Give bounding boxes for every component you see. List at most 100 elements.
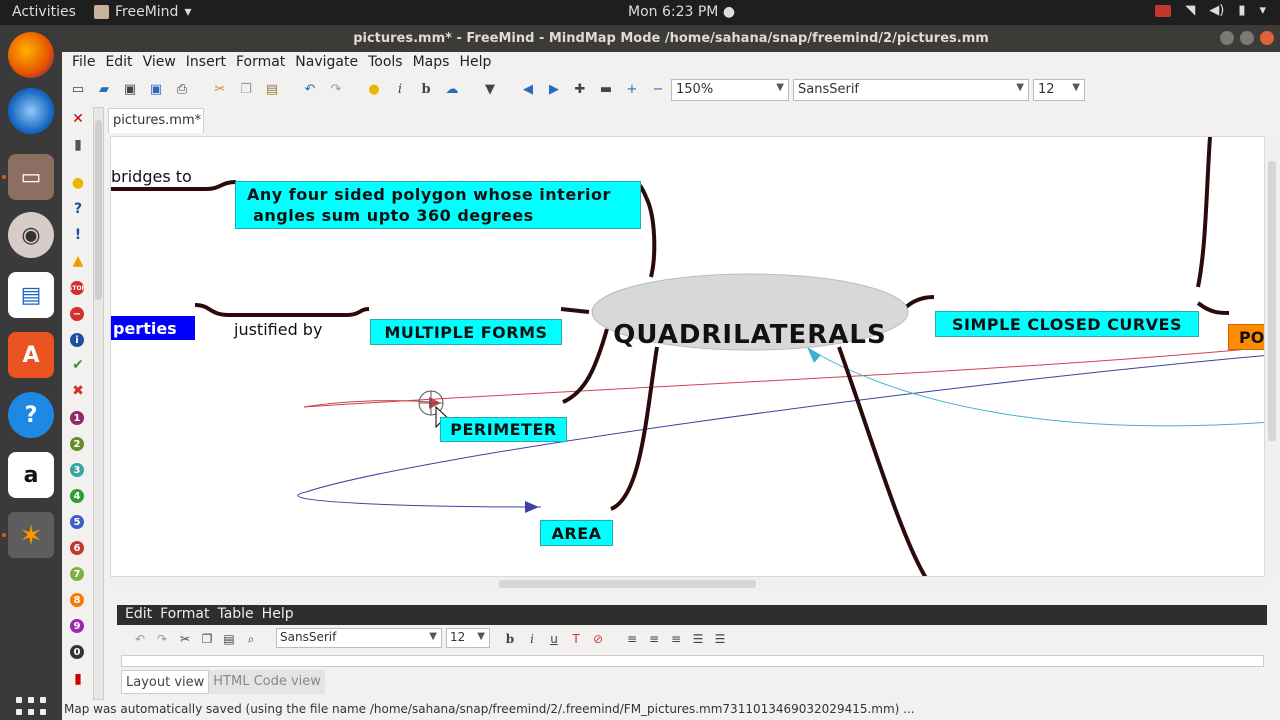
menu-maps[interactable]: Maps [408,52,455,74]
minimize-icon[interactable] [1220,31,1234,45]
zoom-out-icon[interactable]: − [650,81,666,97]
remove-icon-close[interactable]: ✕ [70,111,86,127]
activities-button[interactable]: Activities [12,4,76,20]
wifi-icon[interactable]: ◥ [1185,3,1195,18]
chevron-down-icon[interactable]: ▾ [1259,3,1266,18]
node-properties[interactable]: perties [111,316,195,340]
note-clear-format-icon[interactable]: ⊘ [590,631,606,647]
show-applications-icon[interactable] [16,697,46,720]
bold-icon[interactable]: b [418,81,434,97]
zoom-in-icon[interactable]: + [624,81,640,97]
priority-9-icon[interactable]: 9 [70,619,84,633]
redo-icon[interactable]: ↷ [328,81,344,97]
font-size-select[interactable]: 12 ▼ [1033,79,1085,101]
no-entry-icon[interactable]: − [70,307,84,321]
save-icon[interactable]: ▣ [122,81,138,97]
redo-icon[interactable]: ↷ [154,631,170,647]
priority-8-icon[interactable]: 8 [70,593,84,607]
idea-icon[interactable]: ● [70,175,86,191]
lightbulb-icon[interactable]: ● [366,81,382,97]
warning-icon[interactable]: ▲ [70,253,86,269]
node-simple-closed-curves[interactable]: SIMPLE CLOSED CURVES [935,311,1199,337]
info-icon[interactable]: i [70,333,84,347]
stop-icon[interactable]: STOP [68,281,86,295]
note-font-size-select[interactable]: 12 ▼ [446,628,490,648]
menu-file[interactable]: File [67,52,100,74]
forward-icon[interactable]: ▶ [546,81,562,97]
note-menu-help[interactable]: Help [258,605,298,625]
priority-2-icon[interactable]: 2 [70,437,84,451]
freemind-dock-icon[interactable]: ✶ [8,512,54,558]
cloud-icon[interactable]: ☁ [444,81,460,97]
priority-1-icon[interactable]: 1 [70,411,84,425]
mindmap-canvas[interactable]: bridges to Any four sided polygon whose … [110,136,1265,577]
collapse-icon[interactable]: ▬ [598,81,614,97]
cut-icon[interactable]: ✂ [212,81,228,97]
tab-pictures-mm[interactable]: pictures.mm* [108,108,204,133]
filter-icon[interactable]: ▼ [482,81,498,97]
scrollbar-thumb[interactable] [95,120,102,300]
note-menu-format[interactable]: Format [156,605,213,625]
note-menu-table[interactable]: Table [213,605,257,625]
canvas-horizontal-scrollbar[interactable] [110,578,1265,590]
priority-0-icon[interactable]: 0 [70,645,84,659]
screen-record-icon[interactable] [1155,4,1172,17]
new-map-icon[interactable]: ▭ [70,81,86,97]
menu-navigate[interactable]: Navigate [290,52,363,74]
align-center-icon[interactable]: ≡ [646,631,662,647]
node-multiple-forms[interactable]: MULTIPLE FORMS [370,319,562,345]
italic-icon[interactable]: i [392,81,408,97]
amazon-icon[interactable]: a [8,452,54,498]
note-underline-icon[interactable]: u [546,631,562,647]
cut-icon[interactable]: ✂ [177,631,193,647]
rhythmbox-icon[interactable]: ◉ [8,212,54,258]
files-icon[interactable]: ▭ [8,154,54,200]
scrollbar-thumb[interactable] [1268,161,1276,441]
copy-icon[interactable]: ❐ [238,81,254,97]
copy-icon[interactable]: ❐ [199,631,215,647]
align-left-icon[interactable]: ≡ [624,631,640,647]
trash-icon[interactable]: ▮ [70,137,86,153]
tab-layout-view[interactable]: Layout view [121,670,210,694]
volume-icon[interactable]: ◀) [1209,3,1224,18]
check-icon[interactable]: ✔ [70,357,86,373]
menu-edit[interactable]: Edit [100,52,137,74]
tab-html-code-view[interactable]: HTML Code view [209,670,325,694]
scrollbar-thumb[interactable] [499,580,756,588]
clock[interactable]: Mon 6:23 PM ● [628,4,735,20]
canvas-vertical-scrollbar[interactable] [1266,136,1278,577]
numbered-list-icon[interactable]: ☰ [712,631,728,647]
priority-5-icon[interactable]: 5 [70,515,84,529]
root-node-quadrilaterals[interactable]: QUADRILATERALS [591,311,909,359]
menu-view[interactable]: View [138,52,181,74]
paste-icon[interactable]: ▤ [221,631,237,647]
priority-7-icon[interactable]: 7 [70,567,84,581]
priority-4-icon[interactable]: 4 [70,489,84,503]
cancel-icon[interactable]: ✖ [70,383,86,399]
open-icon[interactable]: ▰ [96,81,112,97]
battery-icon[interactable]: ▮ [1238,3,1245,18]
align-right-icon[interactable]: ≡ [668,631,684,647]
menu-format[interactable]: Format [231,52,290,74]
paste-icon[interactable]: ▤ [264,81,280,97]
question-icon[interactable]: ? [70,201,86,217]
note-bold-icon[interactable]: b [502,631,518,647]
undo-icon[interactable]: ↶ [132,631,148,647]
undo-icon[interactable]: ↶ [302,81,318,97]
priority-6-icon[interactable]: 6 [70,541,84,555]
note-italic-icon[interactable]: i [524,631,540,647]
menu-insert[interactable]: Insert [181,52,231,74]
save-as-icon[interactable]: ▣ [148,81,164,97]
node-area[interactable]: AREA [540,520,613,546]
window-title-bar[interactable]: pictures.mm* - FreeMind - MindMap Mode /… [62,25,1280,52]
node-po[interactable]: PO [1228,324,1264,350]
help-icon[interactable]: ? [8,392,54,438]
menu-tools[interactable]: Tools [363,52,408,74]
note-text-area[interactable] [121,655,1264,667]
node-definition[interactable]: Any four sided polygon whose interior an… [235,181,641,229]
note-color-icon[interactable]: T [568,631,584,647]
more-icons-icon[interactable]: ▮ [70,671,86,687]
thunderbird-icon[interactable] [8,88,54,134]
system-tray[interactable]: ◥ ◀) ▮ ▾ [1155,3,1266,18]
maximize-icon[interactable] [1240,31,1254,45]
